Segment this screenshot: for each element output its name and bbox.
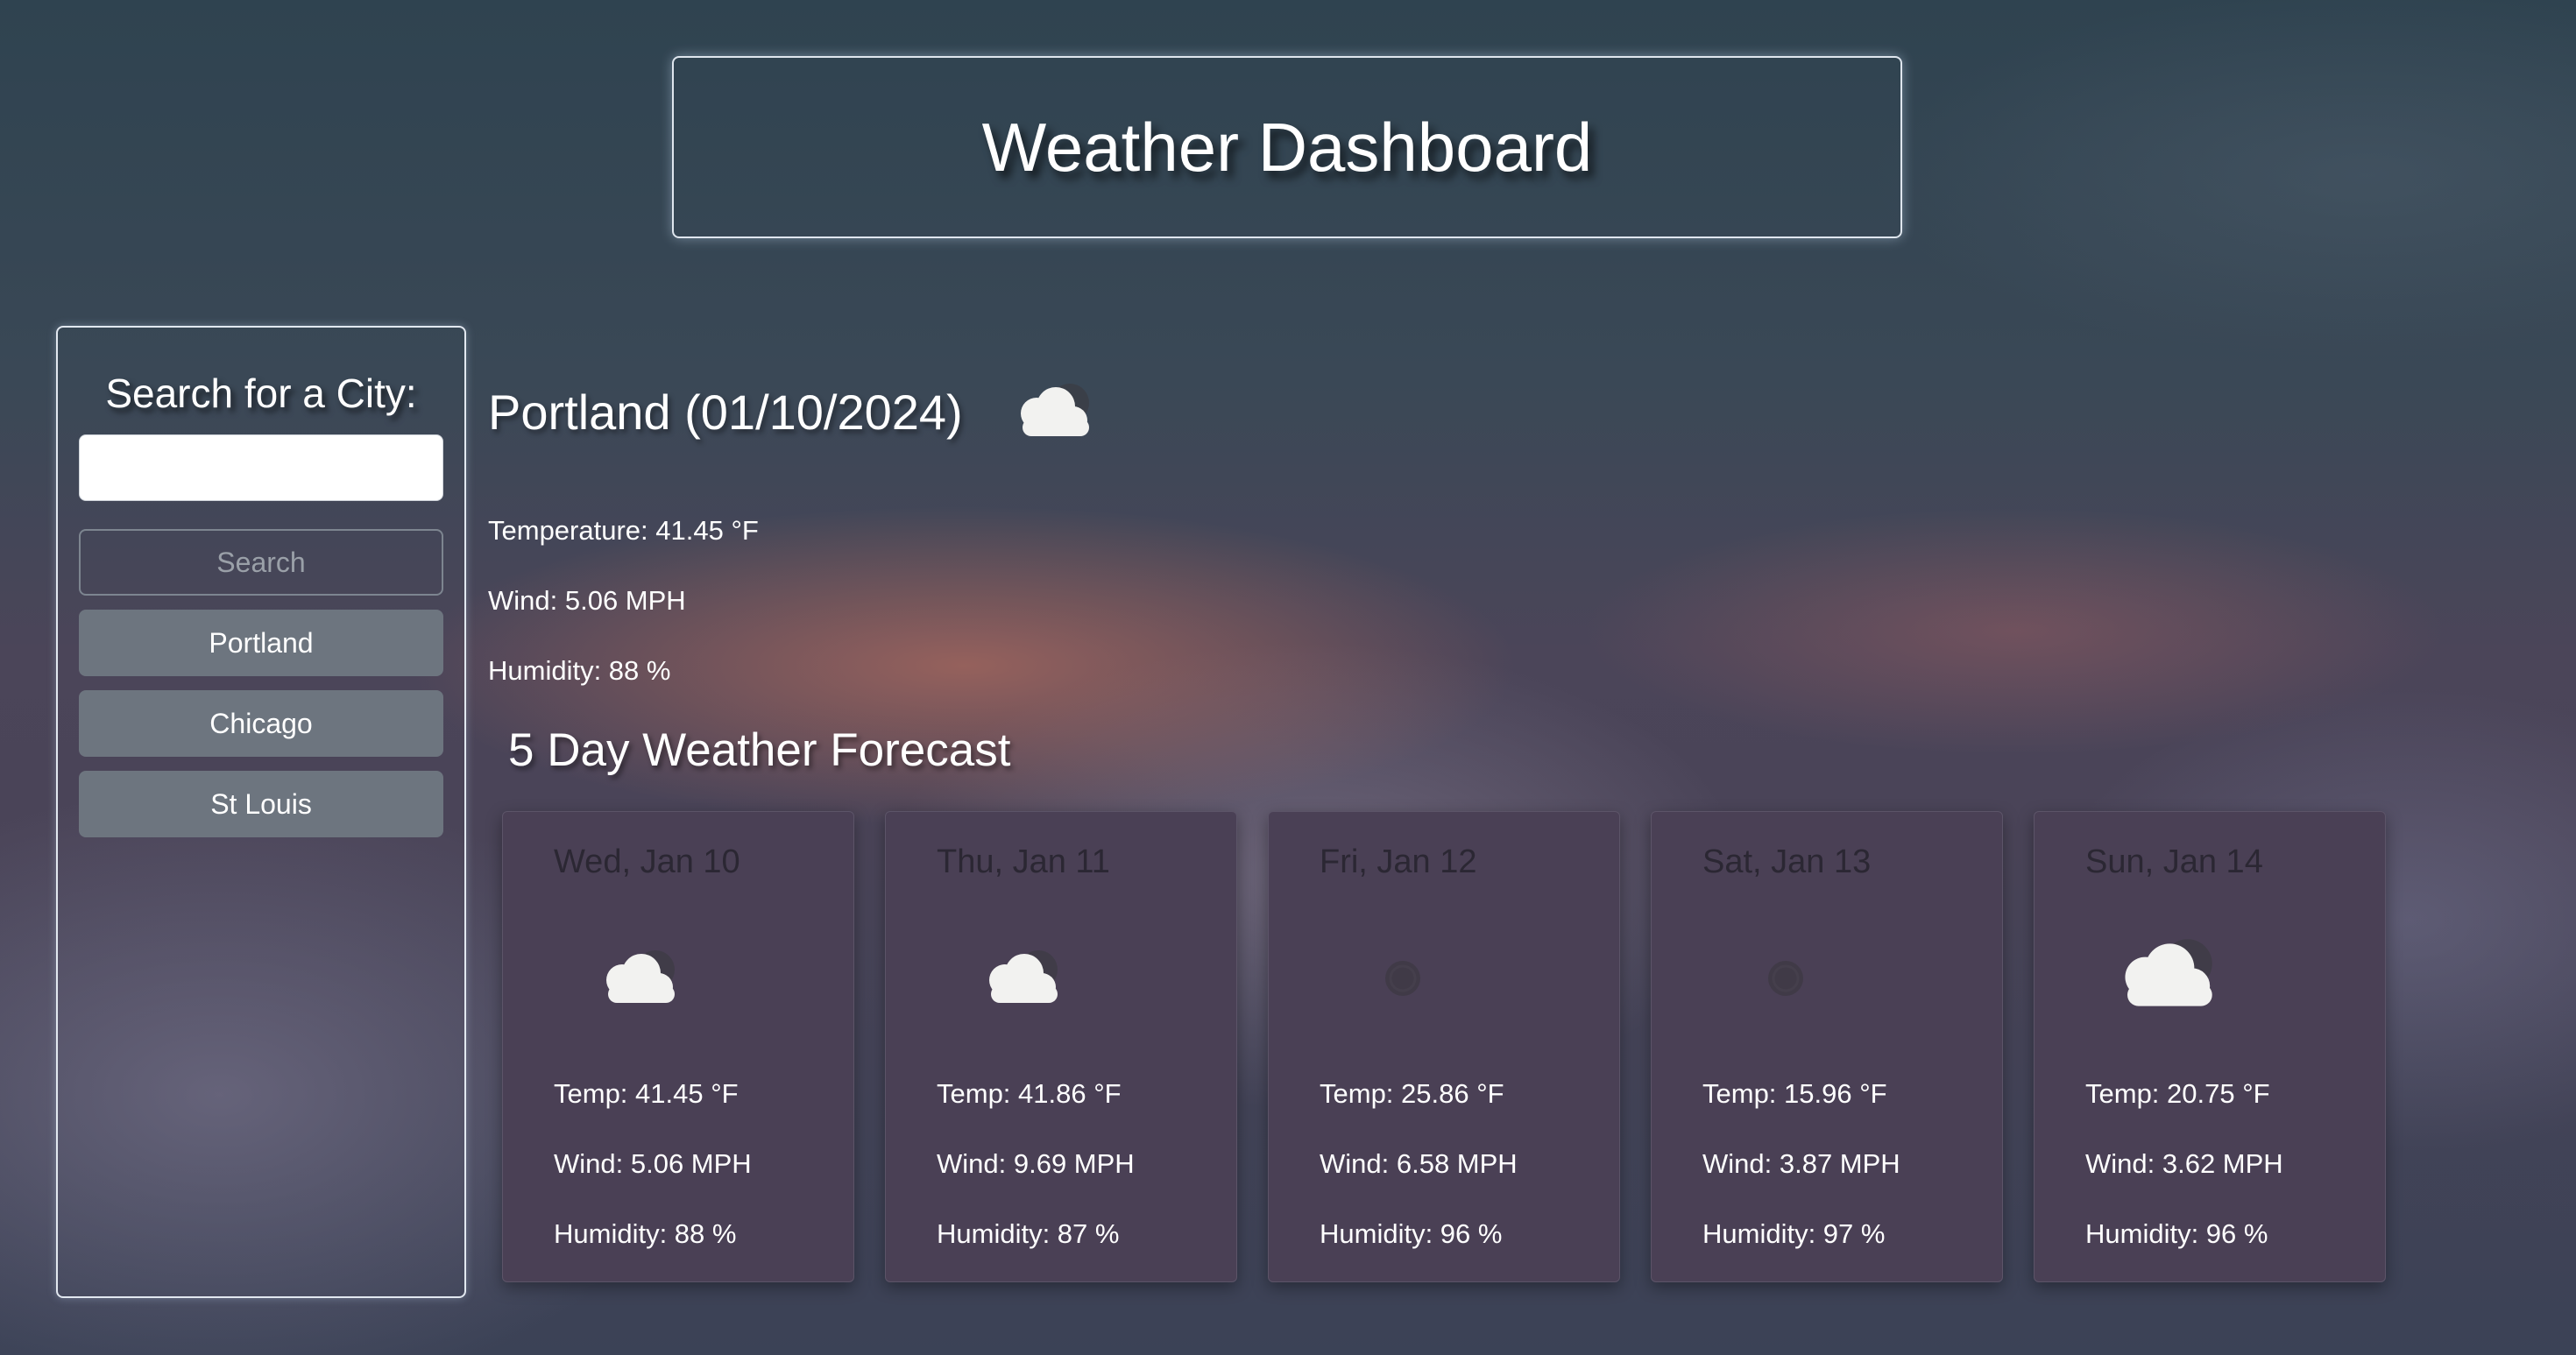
- forecast-card: Thu, Jan 11 Temp: 41.86 °F Wind: 9.69 MP…: [885, 811, 1237, 1282]
- moon-icon: [1385, 961, 1420, 996]
- forecast-wind: Wind: 3.87 MPH: [1702, 1148, 1900, 1179]
- forecast-card: Wed, Jan 10 Temp: 41.45 °F Wind: 5.06 MP…: [502, 811, 854, 1282]
- page-title: Weather Dashboard: [981, 108, 1593, 186]
- forecast-card: Sun, Jan 14 Temp: 20.75 °F Wind: 3.62 MP…: [2034, 811, 2386, 1282]
- current-wind: Wind: 5.06 MPH: [488, 585, 686, 616]
- forecast-temp: Temp: 41.86 °F: [937, 1078, 1122, 1109]
- current-weather-heading: Portland (01/10/2024): [488, 368, 2416, 455]
- forecast-temp: Temp: 41.45 °F: [554, 1078, 739, 1109]
- forecast-humidity: Humidity: 88 %: [554, 1218, 737, 1249]
- forecast-temp: Temp: 15.96 °F: [1702, 1078, 1887, 1109]
- forecast-humidity: Humidity: 96 %: [1320, 1218, 1503, 1249]
- forecast-stats: Temp: 15.96 °F Wind: 3.87 MPH Humidity: …: [1702, 1078, 1900, 1288]
- forecast-stats: Temp: 20.75 °F Wind: 3.62 MPH Humidity: …: [2085, 1078, 2283, 1288]
- header-banner: Weather Dashboard: [672, 56, 1902, 238]
- forecast-wind: Wind: 5.06 MPH: [554, 1148, 752, 1179]
- forecast-temp: Temp: 25.86 °F: [1320, 1078, 1504, 1109]
- forecast-card: Fri, Jan 12 Temp: 25.86 °F Wind: 6.58 MP…: [1268, 811, 1620, 1282]
- cloud-icon: [1020, 384, 1089, 436]
- forecast-date: Sun, Jan 14: [2085, 843, 2263, 880]
- forecast-date: Sat, Jan 13: [1702, 843, 1872, 880]
- forecast-date: Fri, Jan 12: [1320, 843, 1477, 880]
- forecast-humidity: Humidity: 96 %: [2085, 1218, 2268, 1249]
- forecast-title: 5 Day Weather Forecast: [508, 724, 1011, 776]
- forecast-stats: Temp: 41.45 °F Wind: 5.06 MPH Humidity: …: [554, 1078, 752, 1288]
- moon-icon: [1768, 961, 1803, 996]
- search-sidebar: Search for a City: Search Portland Chica…: [56, 326, 466, 1298]
- forecast-stats: Temp: 25.86 °F Wind: 6.58 MPH Humidity: …: [1320, 1078, 1518, 1288]
- current-temperature: Temperature: 41.45 °F: [488, 515, 759, 546]
- forecast-humidity: Humidity: 87 %: [937, 1218, 1120, 1249]
- forecast-humidity: Humidity: 97 %: [1702, 1218, 1886, 1249]
- search-button[interactable]: Search: [79, 529, 443, 596]
- forecast-temp: Temp: 20.75 °F: [2085, 1078, 2270, 1109]
- current-city-title: Portland (01/10/2024): [488, 384, 963, 440]
- history-button-st-louis[interactable]: St Louis: [79, 771, 443, 837]
- history-button-portland[interactable]: Portland: [79, 610, 443, 676]
- cloud-icon: [2125, 939, 2212, 1006]
- current-weather: Portland (01/10/2024) Temperature: 41.45…: [488, 368, 2416, 686]
- current-weather-stats: Temperature: 41.45 °F Wind: 5.06 MPH Hum…: [488, 515, 759, 725]
- forecast-wind: Wind: 6.58 MPH: [1320, 1148, 1518, 1179]
- forecast-card: Sat, Jan 13 Temp: 15.96 °F Wind: 3.87 MP…: [1651, 811, 2003, 1282]
- cloud-icon: [606, 950, 675, 1003]
- forecast-date: Thu, Jan 11: [937, 843, 1110, 880]
- current-humidity: Humidity: 88 %: [488, 655, 671, 686]
- forecast-cards: Wed, Jan 10 Temp: 41.45 °F Wind: 5.06 MP…: [502, 811, 2386, 1282]
- search-history-list: Portland Chicago St Louis: [79, 610, 443, 851]
- forecast-stats: Temp: 41.86 °F Wind: 9.69 MPH Humidity: …: [937, 1078, 1135, 1288]
- cloud-icon: [989, 950, 1058, 1003]
- forecast-wind: Wind: 3.62 MPH: [2085, 1148, 2283, 1179]
- search-heading: Search for a City:: [105, 371, 417, 416]
- forecast-wind: Wind: 9.69 MPH: [937, 1148, 1135, 1179]
- city-search-input[interactable]: [79, 434, 443, 501]
- history-button-chicago[interactable]: Chicago: [79, 690, 443, 757]
- forecast-date: Wed, Jan 10: [554, 843, 740, 880]
